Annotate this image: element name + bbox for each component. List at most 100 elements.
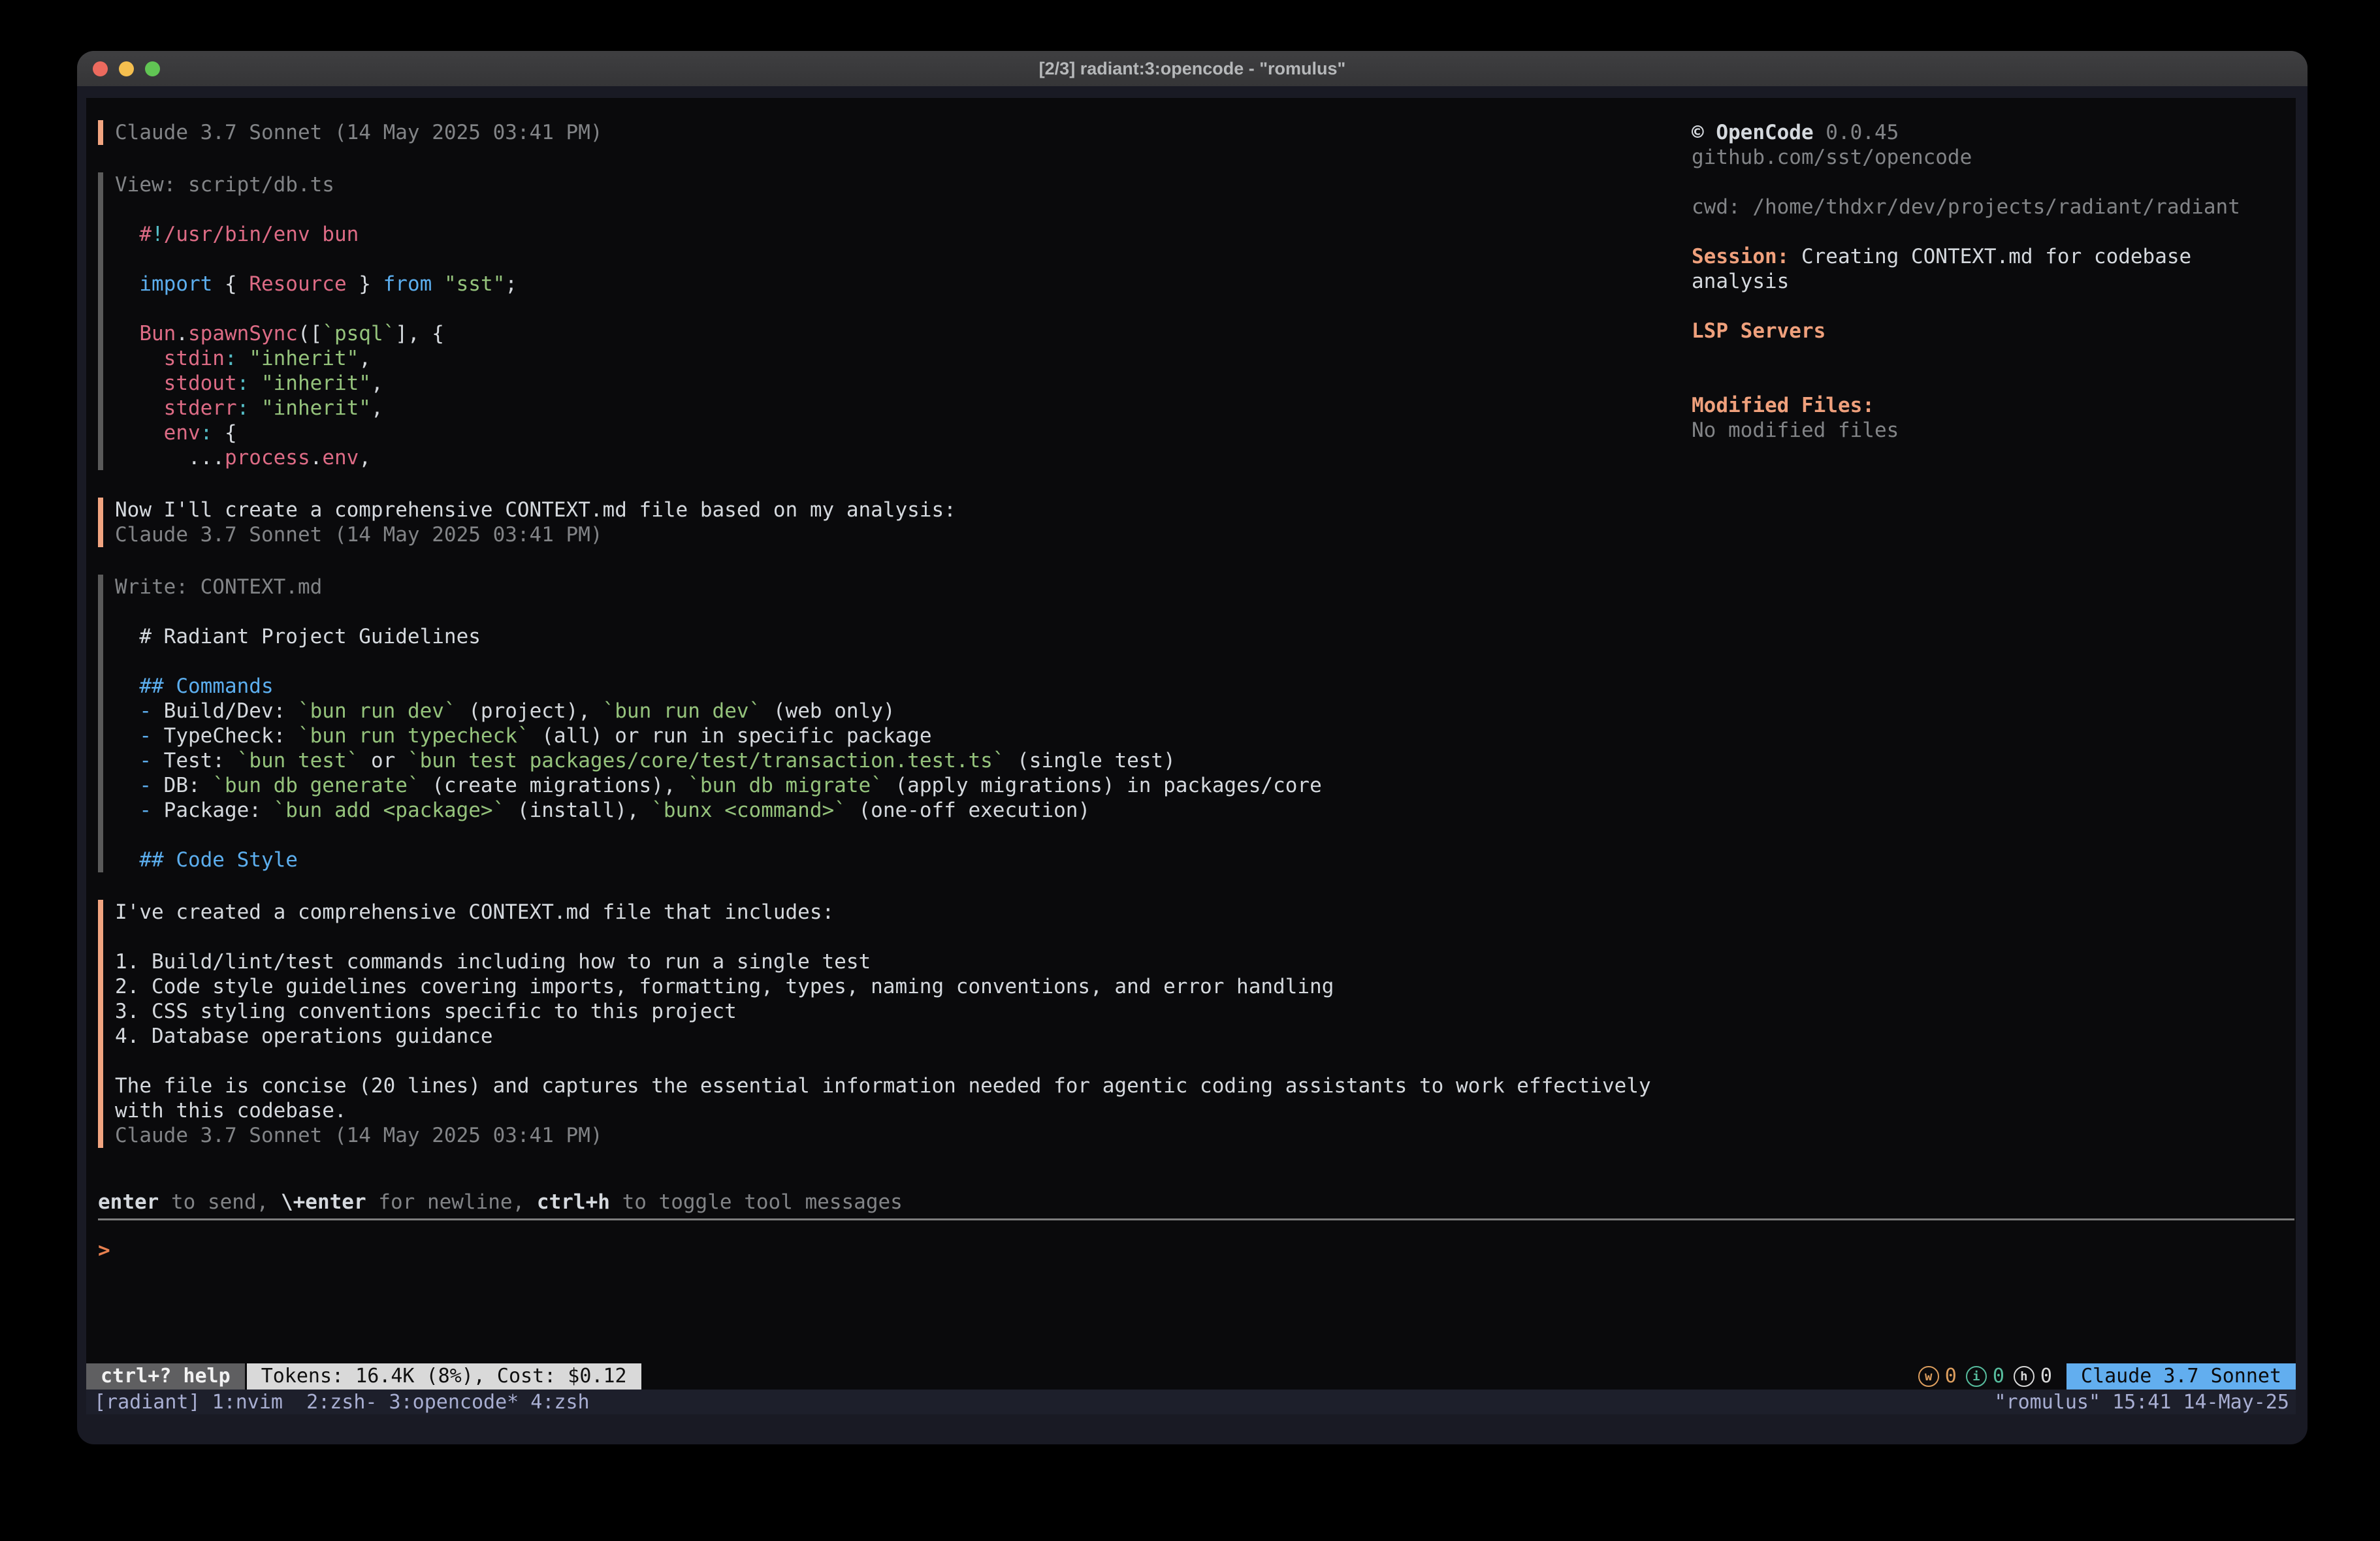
text-segment: [249, 372, 261, 395]
text-segment: (web only): [761, 699, 895, 723]
text-line: The file is concise (20 lines) and captu…: [115, 1073, 1685, 1098]
text-line: [1692, 343, 2286, 368]
text-segment: to toggle tool messages: [610, 1190, 903, 1214]
help-shortcut-chip[interactable]: ctrl+? help: [86, 1363, 245, 1390]
text-segment: "inherit": [261, 396, 371, 420]
text-segment: `bun test`: [237, 749, 359, 772]
text-line: Bun.spawnSync([`psql`], {: [115, 321, 1685, 346]
chat-area: Claude 3.7 Sonnet (14 May 2025 03:41 PM)…: [98, 120, 1685, 1175]
tmux-windows-list[interactable]: [radiant] 1:nvim 2:zsh- 3:opencode* 4:zs…: [86, 1391, 590, 1414]
text-line: No modified files: [1692, 418, 2286, 443]
text-segment: `bun add <package>`: [274, 799, 506, 822]
text-line: [115, 247, 1685, 272]
text-segment: :: [237, 396, 249, 420]
text-segment: [115, 396, 164, 420]
text-line: ...process.env,: [115, 445, 1685, 470]
text-segment: cwd: /home/thdxr/dev/projects/radiant/ra…: [1692, 195, 2240, 219]
text-line: View: script/db.ts: [115, 172, 1685, 197]
circled-i-icon: i: [1966, 1366, 1987, 1387]
text-segment: [115, 372, 164, 395]
model-chip[interactable]: Claude 3.7 Sonnet: [2066, 1363, 2296, 1390]
text-segment: {: [212, 272, 249, 296]
text-segment: ], {: [395, 322, 444, 345]
diagnostic-w-icon: w0: [1918, 1364, 1957, 1389]
text-segment: -: [139, 749, 152, 772]
text-segment: 1. Build/lint/test commands including ho…: [115, 950, 871, 974]
text-segment: 2. Code style guidelines covering import…: [115, 975, 1334, 998]
text-line: [115, 296, 1685, 321]
text-segment: with this codebase.: [115, 1099, 347, 1122]
text-line: Claude 3.7 Sonnet (14 May 2025 03:41 PM): [115, 1123, 1685, 1148]
text-segment: Build/Dev:: [152, 699, 298, 723]
text-line: [1692, 170, 2286, 195]
text-segment: ;: [505, 272, 517, 296]
text-segment: :: [225, 347, 237, 370]
text-segment: "inherit": [249, 347, 359, 370]
text-segment: [115, 749, 139, 772]
text-segment: [115, 774, 139, 797]
text-line: - Test: `bun test` or `bun test packages…: [115, 748, 1685, 773]
assistant-message-header: Claude 3.7 Sonnet (14 May 2025 03:41 PM): [98, 120, 1685, 145]
prompt-chevron-icon: >: [98, 1239, 110, 1262]
text-segment: ## Code Style: [139, 848, 298, 872]
text-segment: env: [322, 446, 359, 469]
desktop: { "titlebar": { "title": "[2/3] radiant:…: [0, 0, 2380, 1541]
text-line: [115, 823, 1685, 848]
text-segment: LSP Servers: [1692, 319, 1825, 343]
text-segment: (single test): [1005, 749, 1175, 772]
text-segment: import: [139, 272, 212, 296]
text-line: 4. Database operations guidance: [115, 1024, 1685, 1049]
text-line: Claude 3.7 Sonnet (14 May 2025 03:41 PM): [115, 522, 1685, 547]
diagnostic-i-icon: i0: [1966, 1364, 2004, 1389]
text-line: # Radiant Project Guidelines: [115, 624, 1685, 649]
text-segment: (all) or run in specific package: [530, 724, 932, 748]
text-segment: `psql`: [322, 322, 395, 345]
text-segment: 4. Database operations guidance: [115, 1025, 493, 1048]
text-segment: Write: CONTEXT.md: [115, 575, 322, 599]
text-segment: env: [164, 421, 201, 445]
text-line: - Package: `bun add <package>` (install)…: [115, 798, 1685, 823]
text-line: [115, 649, 1685, 674]
text-segment: [432, 272, 444, 296]
text-line: © OpenCode 0.0.45: [1692, 120, 2286, 145]
text-segment: Bun: [139, 322, 176, 345]
text-line: github.com/sst/opencode: [1692, 145, 2286, 170]
text-line: import { Resource } from "sst";: [115, 272, 1685, 296]
text-segment: Resource: [249, 272, 346, 296]
text-segment: ([: [298, 322, 322, 345]
session-sidebar: © OpenCode 0.0.45github.com/sst/opencode…: [1692, 120, 2286, 443]
text-segment: spawnSync: [188, 322, 298, 345]
text-segment: #: [139, 223, 152, 246]
text-line: Modified Files:: [1692, 393, 2286, 418]
text-segment: "inherit": [261, 372, 371, 395]
text-segment: View: script/db.ts: [115, 173, 334, 197]
text-segment: [115, 347, 164, 370]
text-line: stdout: "inherit",: [115, 371, 1685, 396]
text-segment: 3. CSS styling conventions specific to t…: [115, 1000, 737, 1023]
text-line: - Build/Dev: `bun run dev` (project), `b…: [115, 699, 1685, 723]
text-segment: (create migrations),: [420, 774, 688, 797]
text-segment: Claude 3.7 Sonnet (14 May 2025 03:41 PM): [115, 1124, 603, 1147]
text-segment: [237, 347, 249, 370]
text-segment: from: [383, 272, 432, 296]
tmux-status-bar: [radiant] 1:nvim 2:zsh- 3:opencode* 4:zs…: [86, 1390, 2296, 1414]
text-segment: `bun run dev`: [603, 699, 762, 723]
text-line: ## Commands: [115, 674, 1685, 699]
text-segment: \+enter: [281, 1190, 366, 1214]
text-line: stdin: "inherit",: [115, 346, 1685, 371]
text-segment: Package:: [152, 799, 274, 822]
message-input[interactable]: >: [98, 1238, 110, 1263]
text-line: stderr: "inherit",: [115, 396, 1685, 421]
text-segment: {: [212, 421, 236, 445]
text-segment: # Radiant Project Guidelines: [115, 625, 481, 648]
text-segment: `bun db migrate`: [688, 774, 883, 797]
text-segment: Creating CONTEXT.md for codebase: [1789, 245, 2191, 268]
text-segment: TypeCheck:: [152, 724, 298, 748]
text-segment: ,: [359, 446, 371, 469]
status-bar: ctrl+? help Tokens: 16.4K (8%), Cost: $0…: [86, 1363, 2296, 1390]
text-segment: [115, 799, 139, 822]
text-segment: [115, 699, 139, 723]
assistant-message: I've created a comprehensive CONTEXT.md …: [98, 900, 1685, 1148]
text-line: analysis: [1692, 269, 2286, 294]
text-segment: enter: [98, 1190, 159, 1214]
